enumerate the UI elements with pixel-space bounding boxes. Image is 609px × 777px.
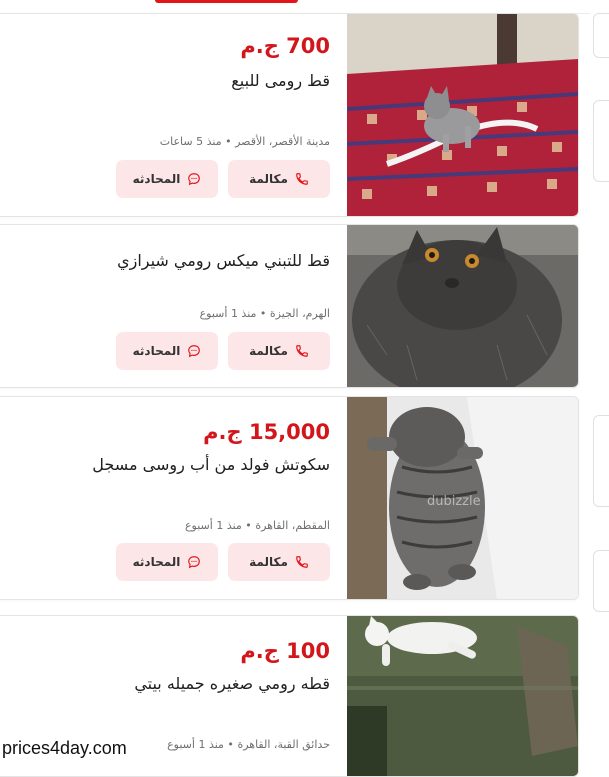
listing-photo[interactable] (347, 14, 578, 216)
listing-meta: الهرم، الجيزة • منذ 1 أسبوع (200, 307, 330, 320)
listing-price: 15,000 ج.م (203, 420, 330, 444)
listing-card[interactable]: قط للتبني ميكس رومي شيرازي الهرم، الجيزة… (0, 224, 579, 388)
listing-meta: مدينة الأقصر، الأقصر • منذ 5 ساعات (160, 135, 330, 148)
meta-separator: • (221, 135, 232, 148)
call-button[interactable]: مكالمة (228, 160, 330, 198)
listing-location: الهرم، الجيزة (269, 307, 330, 320)
phone-icon (296, 556, 308, 568)
listing-card[interactable]: dubizzle 15,000 ج.م سكوتش فولد من أب روس… (0, 396, 579, 600)
listing-meta: حدائق القبة، القاهرة • منذ 1 أسبوع (167, 738, 330, 751)
chat-button-label: المحادثه (132, 344, 181, 358)
listing-location: المقطم، القاهرة (255, 519, 330, 532)
call-button-label: مكالمة (249, 344, 288, 358)
listing-location: مدينة الأقصر، الأقصر (235, 135, 330, 148)
listing-photo[interactable] (347, 616, 578, 776)
chat-button-label: المحادثه (132, 172, 181, 186)
site-watermark: prices4day.com (2, 738, 127, 758)
listing-title[interactable]: قط رومى للبيع (231, 71, 330, 90)
listing-title[interactable]: سكوتش فولد من أب روسى مسجل (92, 455, 330, 474)
chat-button[interactable]: المحادثه (116, 160, 218, 198)
side-panel-card (593, 550, 609, 612)
listing-price: 700 ج.م (240, 34, 330, 58)
photo-watermark: dubizzle (427, 494, 481, 509)
side-panel-card (593, 100, 609, 182)
listing-card[interactable]: 700 ج.م قط رومى للبيع مدينة الأقصر، الأق… (0, 13, 579, 217)
listing-time: منذ 1 أسبوع (167, 738, 224, 751)
phone-icon (296, 345, 308, 357)
listing-time: منذ 1 أسبوع (199, 307, 257, 320)
listing-photo[interactable]: dubizzle (347, 397, 578, 599)
listing-time: منذ 5 ساعات (159, 135, 222, 148)
meta-separator: • (223, 738, 234, 751)
listing-photo[interactable] (347, 225, 578, 387)
listing-meta: المقطم، القاهرة • منذ 1 أسبوع (185, 519, 330, 532)
listing-location: حدائق القبة، القاهرة (237, 738, 330, 751)
listing-time: منذ 1 أسبوع (184, 519, 242, 532)
call-button-label: مكالمة (249, 555, 288, 569)
chat-bubble-icon (188, 173, 201, 186)
chat-button-label: المحادثه (132, 555, 181, 569)
phone-icon (296, 173, 308, 185)
side-panel-card (593, 13, 609, 58)
side-panel-card (593, 415, 609, 507)
meta-separator: • (256, 307, 267, 320)
chat-button[interactable]: المحادثه (116, 332, 218, 370)
chat-bubble-icon (188, 345, 201, 358)
call-button[interactable]: مكالمة (228, 332, 330, 370)
call-button[interactable]: مكالمة (228, 543, 330, 581)
listing-price: 100 ج.م (240, 639, 330, 663)
listing-title[interactable]: قط للتبني ميكس رومي شيرازي (117, 251, 330, 270)
chat-bubble-icon (188, 556, 201, 569)
active-tab-indicator (155, 0, 298, 3)
meta-separator: • (241, 519, 252, 532)
listing-title[interactable]: قطه رومي صغيره جميله بيتي (134, 674, 330, 693)
call-button-label: مكالمة (249, 172, 288, 186)
chat-button[interactable]: المحادثه (116, 543, 218, 581)
